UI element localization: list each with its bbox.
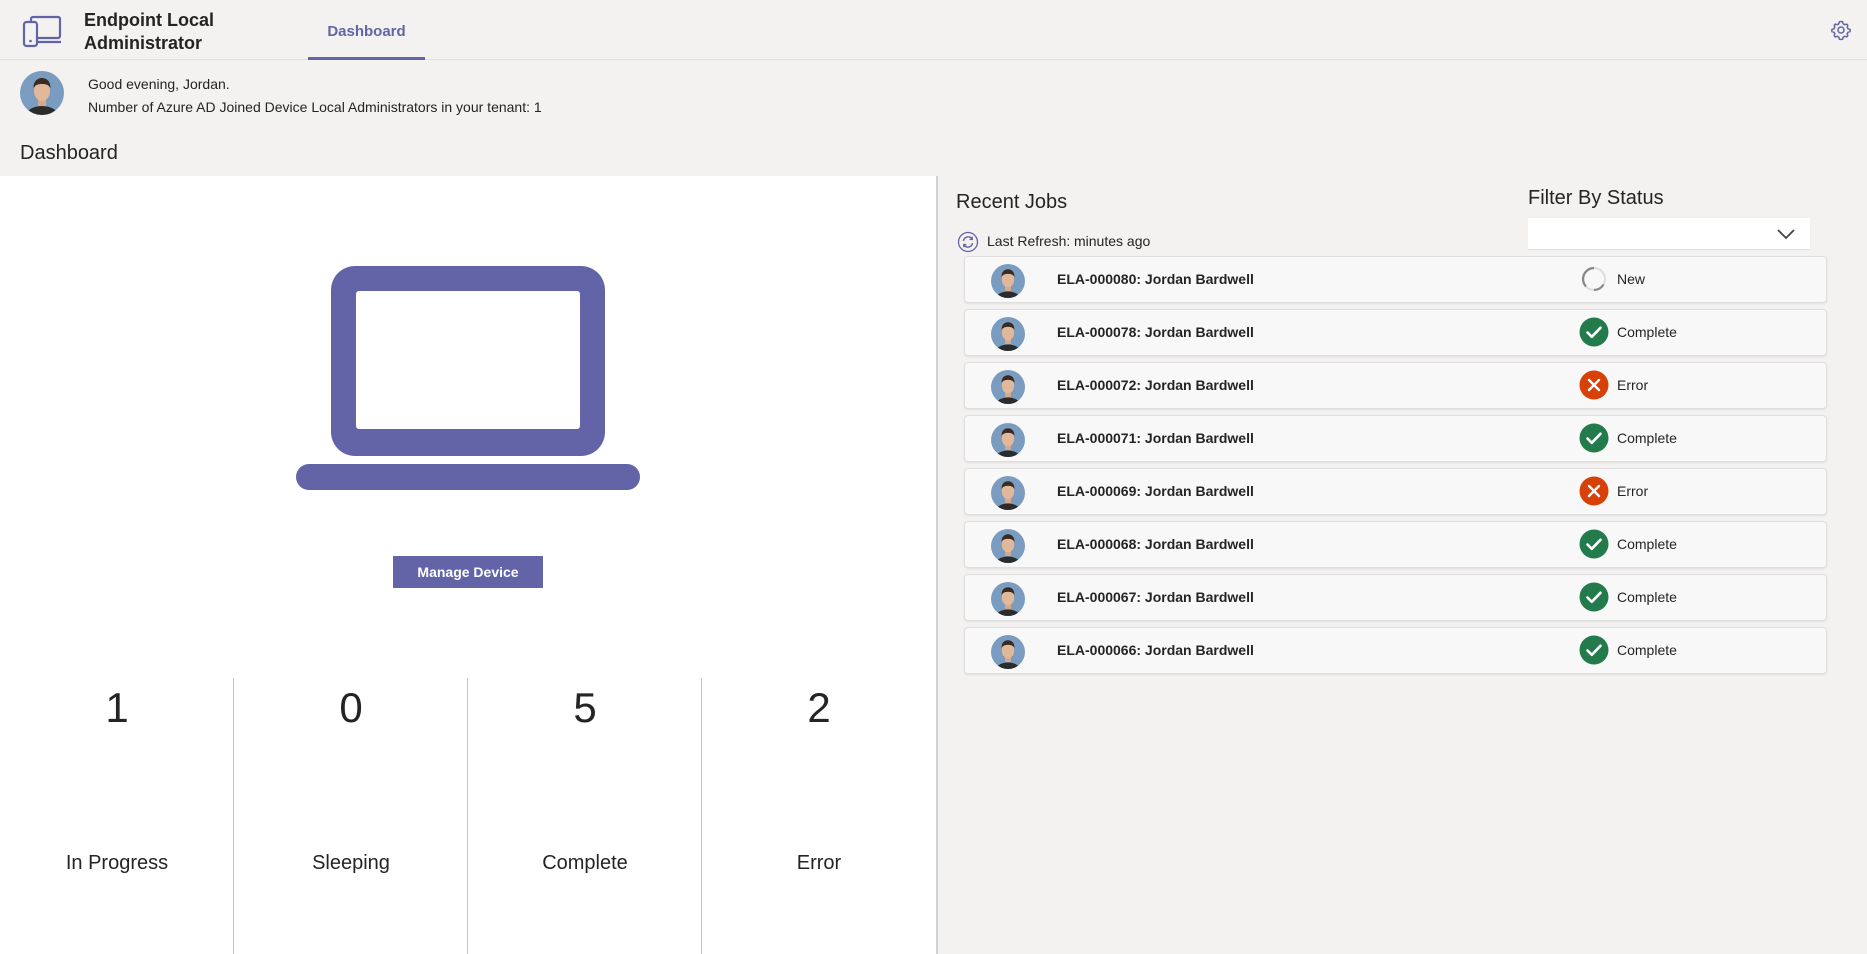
checkmark-circle-icon [1579,582,1609,612]
job-status-label: Error [1617,377,1649,393]
last-refresh-label: Last Refresh: [987,233,1071,249]
admin-count-text: Number of Azure AD Joined Device Local A… [88,99,542,115]
job-row[interactable]: ELA-000069: Jordan Bardwell Error [964,468,1827,515]
job-status-label: Error [1617,483,1649,499]
job-row[interactable]: ELA-000067: Jordan Bardwell Complete [964,574,1827,621]
job-status-label: Complete [1617,589,1677,605]
stat-value: 1 [105,684,129,731]
job-row[interactable]: ELA-000072: Jordan Bardwell Error [964,362,1827,409]
job-row[interactable]: ELA-000080: Jordan Bardwell New [964,256,1827,303]
stat-sleeping: 0 Sleeping [234,678,468,954]
checkmark-circle-icon [1579,317,1609,347]
gear-icon[interactable] [1829,18,1853,42]
recent-jobs-title: Recent Jobs [956,191,1068,213]
avatar [991,423,1025,457]
devices-icon [22,15,62,48]
manage-device-button[interactable]: Manage Device [393,556,543,588]
chevron-down-icon [1777,229,1795,240]
stat-label: Error [796,852,842,874]
job-title: ELA-000072: Jordan Bardwell [1057,377,1254,393]
stat-value: 0 [339,684,363,731]
stat-complete: 5 Complete [468,678,702,954]
app-header: Endpoint Local Administrator Dashboard [0,0,1867,60]
job-row[interactable]: ELA-000066: Jordan Bardwell Complete [964,627,1827,674]
avatar [991,635,1025,669]
page-title: Dashboard [20,142,118,164]
job-title: ELA-000078: Jordan Bardwell [1057,324,1254,340]
checkmark-circle-icon [1579,423,1609,453]
refresh-icon[interactable] [957,231,979,253]
job-status-label: Complete [1617,642,1677,658]
avatar [991,582,1025,616]
app-title: Endpoint Local Administrator [84,10,214,53]
job-title: ELA-000066: Jordan Bardwell [1057,642,1254,658]
error-circle-icon [1579,370,1609,400]
avatar [991,476,1025,510]
status-stats: 1 In Progress 0 Sleeping 5 Complete 2 Er… [0,678,936,954]
job-status-label: Complete [1617,536,1677,552]
job-row[interactable]: ELA-000078: Jordan Bardwell Complete [964,309,1827,356]
job-title: ELA-000071: Jordan Bardwell [1057,430,1254,446]
laptop-icon [296,266,640,490]
stat-value: 5 [573,684,597,731]
tab-dashboard[interactable]: Dashboard [308,0,425,60]
avatar [991,529,1025,563]
job-row[interactable]: ELA-000068: Jordan Bardwell Complete [964,521,1827,568]
job-row[interactable]: ELA-000071: Jordan Bardwell Complete [964,415,1827,462]
stat-value: 2 [807,684,831,731]
job-status-label: Complete [1617,430,1677,446]
job-title: ELA-000068: Jordan Bardwell [1057,536,1254,552]
stat-in-progress: 1 In Progress [0,678,234,954]
stat-label: Sleeping [312,852,390,874]
job-status-label: Complete [1617,324,1677,340]
stat-error: 2 Error [702,678,936,954]
avatar [991,370,1025,404]
stat-label: In Progress [65,852,169,874]
avatar [991,317,1025,351]
status-filter-dropdown[interactable] [1528,218,1810,250]
filter-title: Filter By Status [1528,187,1664,209]
loading-spinner-icon [1579,264,1609,294]
job-status-label: New [1617,271,1646,287]
panel-divider [936,176,938,954]
avatar [991,264,1025,298]
device-panel: Manage Device 1 In Progress 0 Sleeping 5… [0,176,936,954]
checkmark-circle-icon [1579,635,1609,665]
greeting-text: Good evening, Jordan. [88,76,230,92]
stat-label: Complete [542,852,628,874]
job-title: ELA-000069: Jordan Bardwell [1057,483,1254,499]
job-title: ELA-000067: Jordan Bardwell [1057,589,1254,605]
last-refresh-time: minutes ago [1074,233,1151,249]
error-circle-icon [1579,476,1609,506]
checkmark-circle-icon [1579,529,1609,559]
job-title: ELA-000080: Jordan Bardwell [1057,271,1254,287]
avatar [20,71,64,115]
